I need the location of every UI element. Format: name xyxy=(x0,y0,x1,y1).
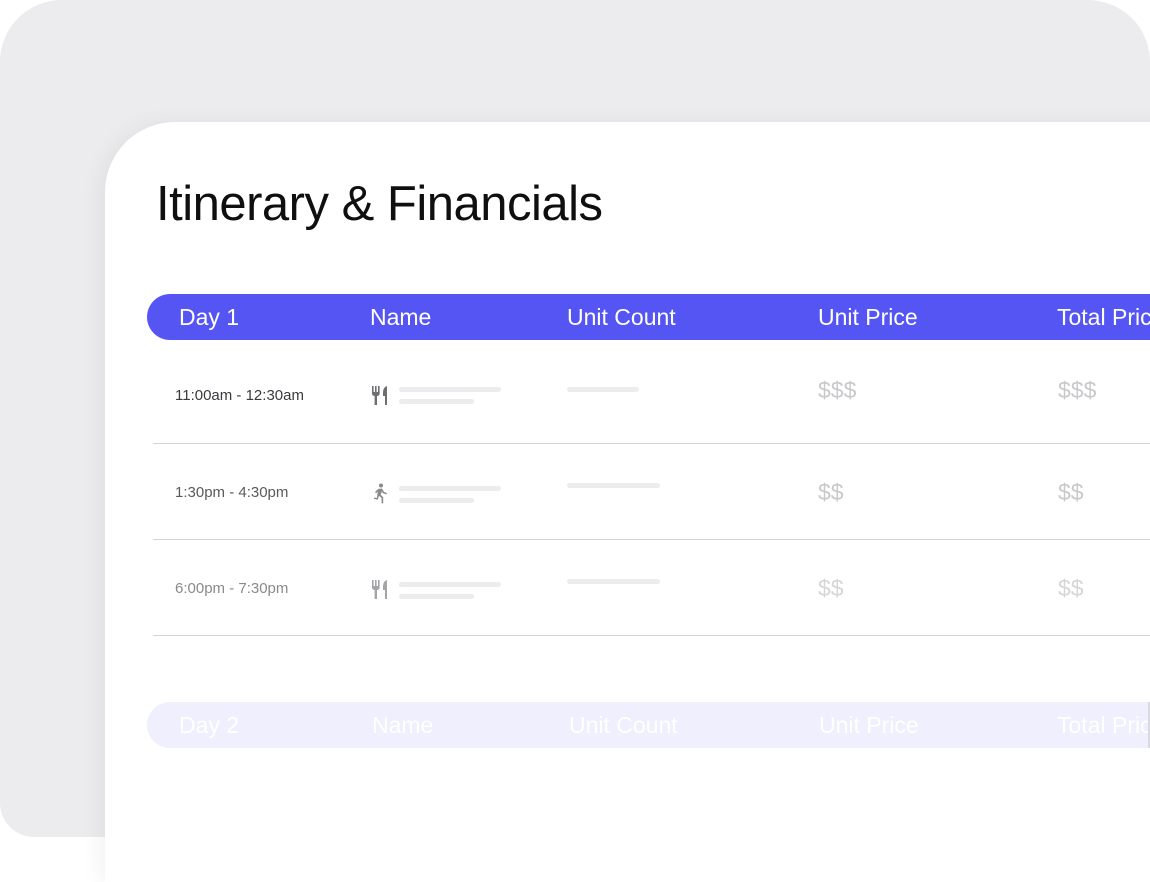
total-price: $$ xyxy=(1058,575,1084,601)
total-price: $$ xyxy=(1058,479,1084,505)
name-placeholder-line xyxy=(399,399,474,404)
restaurant-icon xyxy=(371,579,389,601)
row-time: 1:30pm - 4:30pm xyxy=(175,484,289,501)
table-row[interactable]: 6:00pm - 7:30pm $$ $$ xyxy=(153,539,1150,636)
unit-count-placeholder xyxy=(567,483,660,488)
name-placeholder-line xyxy=(399,498,474,503)
name-placeholder-line xyxy=(399,486,501,491)
total-price: $$$ xyxy=(1058,377,1097,403)
name-placeholder-line xyxy=(399,594,474,599)
column-header-name[interactable]: Name xyxy=(370,294,431,340)
day-1-header: Day 1 Name Unit Count Unit Price Total P… xyxy=(147,294,1150,340)
column-header-unit-price[interactable]: Unit Price xyxy=(819,702,919,748)
unit-count-placeholder xyxy=(567,387,639,392)
column-header-day[interactable]: Day 1 xyxy=(179,294,239,340)
restaurant-icon xyxy=(371,385,389,407)
column-header-unit-count[interactable]: Unit Count xyxy=(567,294,676,340)
column-header-name[interactable]: Name xyxy=(372,702,433,748)
column-header-unit-count[interactable]: Unit Count xyxy=(569,702,678,748)
unit-count-placeholder xyxy=(567,579,660,584)
unit-price: $$$ xyxy=(818,377,857,403)
table-row[interactable]: 11:00am - 12:30am $$$ $$$ xyxy=(153,347,1150,444)
day-2-header: Day 2 Name Unit Count Unit Price Total P… xyxy=(147,702,1150,748)
table-row[interactable]: 1:30pm - 4:30pm $$ $$ xyxy=(153,443,1150,540)
unit-price: $$ xyxy=(818,575,844,601)
page-title: Itinerary & Financials xyxy=(156,177,603,231)
row-time: 11:00am - 12:30am xyxy=(175,387,304,404)
row-time: 6:00pm - 7:30pm xyxy=(175,580,289,597)
activity-icon xyxy=(371,483,389,505)
unit-price: $$ xyxy=(818,479,844,505)
name-placeholder-line xyxy=(399,387,501,392)
column-header-day[interactable]: Day 2 xyxy=(179,702,239,748)
name-placeholder-line xyxy=(399,582,501,587)
column-header-unit-price[interactable]: Unit Price xyxy=(818,294,918,340)
column-header-total-price[interactable]: Total Price xyxy=(1057,702,1150,748)
column-header-total-price[interactable]: Total Price xyxy=(1057,294,1150,340)
